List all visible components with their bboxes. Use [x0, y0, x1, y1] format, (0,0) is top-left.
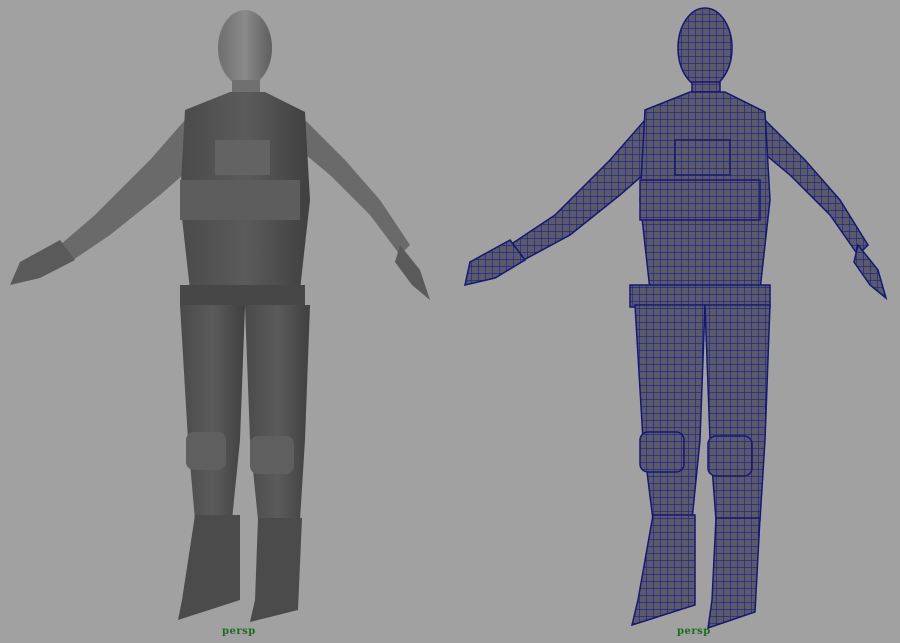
shaded-character-model[interactable]	[0, 0, 450, 643]
wireframe-model-panel[interactable]: persp	[450, 0, 900, 643]
shaded-model-panel[interactable]: persp	[0, 0, 450, 643]
maya-viewport[interactable]: persp persp	[0, 0, 900, 643]
camera-label-persp: persp	[222, 626, 256, 637]
wireframe-character-model[interactable]	[450, 0, 900, 643]
camera-label-persp: persp	[677, 626, 711, 637]
